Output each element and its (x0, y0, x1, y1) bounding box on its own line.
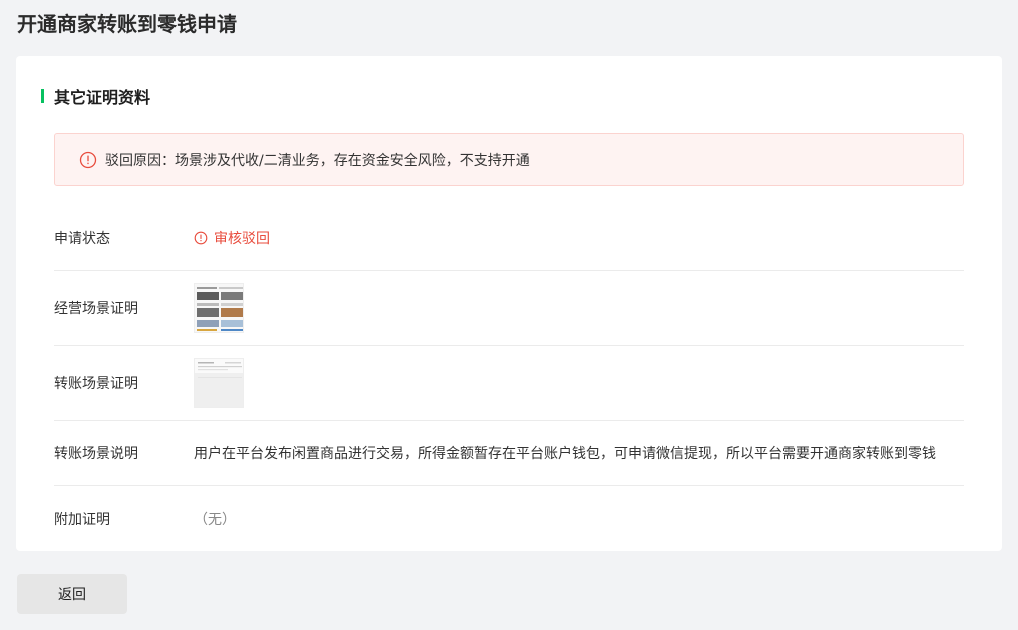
section-header: 其它证明资料 (41, 86, 151, 107)
status-value: 审核驳回 (194, 228, 270, 248)
back-button[interactable]: 返回 (17, 574, 127, 614)
extra-proof-label: 附加证明 (54, 511, 110, 528)
page-title: 开通商家转账到零钱申请 (17, 12, 237, 36)
rejection-alert: 驳回原因：场景涉及代收/二清业务，存在资金安全风险，不支持开通 (54, 133, 964, 186)
rejection-reason-text: 驳回原因：场景涉及代收/二清业务，存在资金安全风险，不支持开通 (105, 152, 530, 169)
transfer-proof-label: 转账场景证明 (54, 376, 138, 392)
row-extra-proof: 附加证明 （无） (54, 486, 964, 551)
row-application-status: 申请状态 审核驳回 (54, 206, 964, 271)
row-transfer-proof: 转账场景证明 (54, 346, 964, 421)
section-title: 其它证明资料 (54, 88, 151, 107)
proof-card: 其它证明资料 驳回原因：场景涉及代收/二清业务，存在资金安全风险，不支持开通 申… (16, 56, 1002, 551)
status-text: 审核驳回 (214, 231, 270, 247)
row-business-proof: 经营场景证明 (54, 271, 964, 346)
row-transfer-description: 转账场景说明 用户在平台发布闲置商品进行交易，所得金额暂存在平台账户钱包，可申请… (54, 421, 964, 486)
transfer-description-label: 转账场景说明 (54, 446, 138, 462)
extra-proof-value: （无） (194, 511, 236, 528)
warning-circle-icon (194, 231, 208, 245)
transfer-proof-image (195, 359, 243, 407)
transfer-proof-thumbnail[interactable] (194, 358, 244, 408)
business-proof-thumbnail[interactable] (194, 283, 244, 333)
business-proof-label: 经营场景证明 (54, 301, 138, 317)
section-accent-bar (41, 89, 44, 103)
business-proof-image (195, 284, 243, 332)
status-label: 申请状态 (54, 231, 110, 247)
warning-circle-icon (79, 151, 97, 169)
transfer-description-value: 用户在平台发布闲置商品进行交易，所得金额暂存在平台账户钱包，可申请微信提现，所以… (194, 446, 936, 462)
